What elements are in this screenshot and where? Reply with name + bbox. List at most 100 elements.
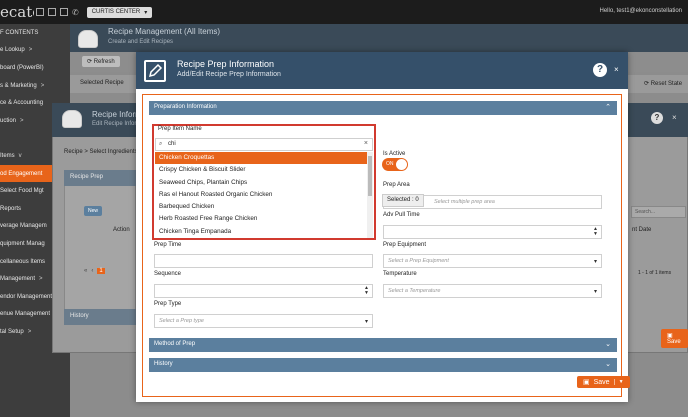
section-preparation-information[interactable]: Preparation Information ⌃ [149, 101, 617, 115]
chevron-up-icon: ⌃ [605, 104, 611, 111]
dropdown-scrollbar[interactable] [367, 152, 373, 238]
search-input[interactable]: Search... [631, 206, 686, 218]
sidebar-item[interactable]: F CONTENTS [0, 24, 70, 42]
sidebar-item-label: ce & Accounting [0, 100, 44, 107]
scrollbar-thumb[interactable] [368, 156, 372, 196]
sequence-stepper[interactable]: ▲ ▼ [154, 284, 373, 298]
sidebar-item-label: Management [0, 276, 36, 283]
selected-recipe-label: Selected Recipe [80, 80, 124, 86]
grid-icon[interactable] [36, 7, 44, 16]
close-icon[interactable]: × [672, 113, 677, 122]
modal-title: Recipe Prep Information [177, 59, 275, 69]
new-button[interactable]: New [84, 206, 103, 216]
help-icon[interactable]: ? [651, 112, 663, 124]
is-active-toggle[interactable]: ON [382, 158, 408, 171]
stepper-arrows-icon[interactable]: ▲ ▼ [364, 286, 369, 296]
sidebar-item-label: s & Marketing [0, 82, 37, 89]
modal-header: Recipe Prep Information Add/Edit Recipe … [136, 52, 628, 89]
reset-icon: ⟳ [644, 81, 651, 87]
chef-hat-icon [62, 110, 82, 128]
chevron-icon: > [28, 47, 33, 54]
prep-time-field[interactable] [154, 254, 373, 268]
dropdown-option[interactable]: Barbequed Chicken [155, 201, 367, 213]
chevron-icon: > [27, 328, 32, 335]
help-icon[interactable]: ? [593, 63, 607, 77]
save-icon: ▣ [583, 379, 590, 386]
refresh-button[interactable]: ⟳ Refresh [82, 56, 120, 67]
sidebar-item-label: e Lookup [0, 47, 25, 54]
adv-pull-time-label: Adv Pull Time [383, 212, 420, 218]
stepper-arrows-icon[interactable]: ▲ ▼ [593, 227, 598, 237]
chevron-down-icon: ▾ [364, 319, 368, 325]
chevron-down-icon: ▾ [144, 9, 148, 16]
prep-item-dropdown: Prep Item Name ⌕ chi × Chicken Croquetta… [152, 124, 376, 240]
sidebar-item[interactable]: s & Marketing > [0, 77, 70, 95]
temperature-label: Temperature [383, 271, 417, 277]
prep-time-label: Prep Time [154, 242, 182, 248]
clear-icon[interactable]: × [364, 140, 368, 147]
chef-hat-icon [78, 30, 98, 48]
refresh-icon: ⟳ [87, 59, 94, 65]
sidebar-item-label: enue Management [0, 311, 51, 318]
section-method-of-prep[interactable]: Method of Prep ⌄ [149, 338, 617, 352]
toggle-knob [396, 159, 407, 170]
sidebar-item-label: endor Management [0, 293, 53, 300]
selected-count-badge: Selected : 0 [382, 194, 424, 207]
prep-type-select[interactable]: Select a Prep type ▾ [154, 314, 373, 328]
reset-state-button[interactable]: ⟳ Reset State [644, 80, 682, 87]
dropdown-option[interactable]: Chicken Croquettas [155, 152, 367, 165]
adv-pull-time-stepper[interactable]: ▲ ▼ [383, 225, 602, 239]
background-save-button[interactable]: ▣ Save [661, 329, 688, 348]
center-select[interactable]: CURTIS CENTER ▾ [86, 6, 153, 18]
document-icon[interactable] [60, 7, 68, 16]
prep-equipment-select[interactable]: Select a Prep Equipment ▾ [383, 254, 602, 268]
sidebar-item-label: od Engagement [0, 170, 43, 177]
dropdown-option[interactable]: Chicken Tinga Empanada [155, 226, 367, 238]
sidebar-item-label: verage Managem [0, 223, 47, 230]
sidebar-item[interactable]: e Lookup > [0, 42, 70, 60]
date-header: nt Date [632, 227, 652, 233]
prep-type-label: Prep Type [154, 301, 182, 307]
page-1-button[interactable]: 1 [97, 268, 105, 274]
edit-icon [144, 60, 166, 82]
prev-page-icon[interactable]: ‹ [91, 268, 93, 274]
top-icons: ✆ [36, 7, 79, 17]
chevron-down-icon: ⌄ [605, 361, 611, 368]
prep-area-label: Prep Area [383, 182, 410, 188]
section-history[interactable]: History ⌄ [149, 358, 617, 372]
sequence-label: Sequence [154, 271, 182, 277]
top-bar: ecate ✆ CURTIS CENTER ▾ Hello, test1@eko… [0, 0, 688, 24]
prep-item-name-label: Prep Item Name [158, 126, 202, 132]
chevron-down-icon: ▾ [593, 289, 597, 295]
modal-subtitle: Add/Edit Recipe Prep Information [177, 71, 281, 78]
history-panel-title[interactable]: History [64, 309, 136, 325]
sidebar-item-label: board (PowerBI) [0, 64, 44, 71]
first-page-icon[interactable]: « [84, 268, 87, 274]
user-greeting[interactable]: Hello, test1@ekonconstellation [600, 8, 682, 14]
dropdown-option[interactable]: Crispy Chicken & Biscuit Slider [155, 164, 367, 176]
dropdown-option[interactable]: Herb Roasted Free Range Chicken [155, 213, 367, 225]
temperature-select[interactable]: Select a Temperature ▾ [383, 284, 602, 298]
chevron-down-icon[interactable]: ▼ [613, 379, 624, 385]
prep-item-options: Chicken Croquettas Crispy Chicken & Biscu… [155, 152, 367, 238]
chevron-icon: > [40, 82, 45, 89]
calendar-icon[interactable] [48, 7, 56, 16]
prep-item-search-input[interactable]: ⌕ chi × [155, 138, 373, 151]
phone-icon[interactable]: ✆ [72, 8, 79, 17]
sidebar-item-label: tal Setup [0, 328, 24, 335]
sidebar-item-label: Reports [0, 205, 22, 212]
recipe-prep-panel-title: Recipe Prep [64, 170, 136, 186]
sidebar-item[interactable]: board (PowerBI) [0, 59, 70, 77]
dropdown-option[interactable]: Ras el Hanout Roasted Organic Chicken [155, 189, 367, 201]
chevron-icon: v [18, 152, 22, 159]
chevron-down-icon: ▾ [593, 259, 597, 265]
dropdown-option[interactable]: Seaweed Chips, Plantain Chips [155, 177, 367, 189]
search-icon: ⌕ [159, 141, 163, 147]
sidebar-item-label: F CONTENTS [0, 29, 39, 36]
close-icon[interactable]: × [614, 65, 619, 74]
prep-equipment-label: Prep Equipment [383, 242, 427, 248]
background-page-subtitle: Create and Edit Recipes [108, 39, 174, 45]
action-header: Action [113, 227, 130, 233]
save-button[interactable]: ▣ Save ▼ [577, 376, 630, 388]
chevron-down-icon: ⌄ [605, 341, 611, 348]
